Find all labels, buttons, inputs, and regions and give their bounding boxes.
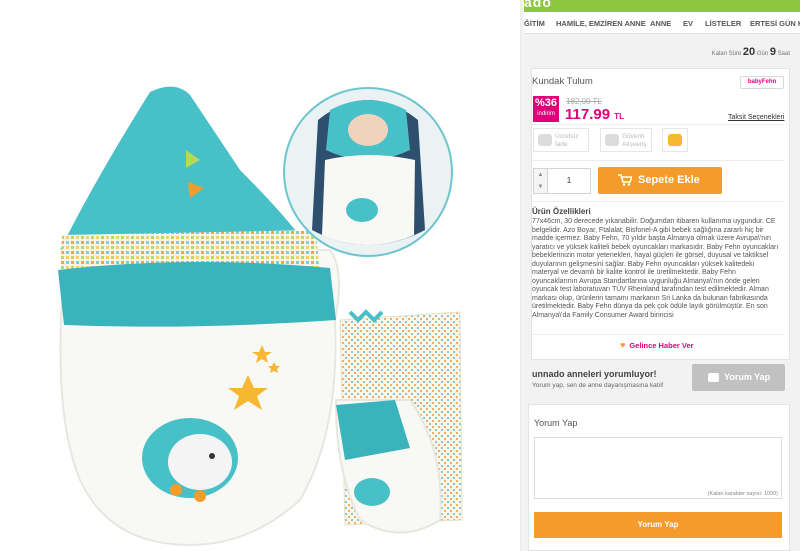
divider: [532, 124, 784, 125]
features-title: Ürün Özellikleri: [532, 207, 591, 216]
new-price: 117.99 TL: [565, 106, 624, 123]
review-form-title: Yorum Yap: [534, 418, 578, 428]
quantity-arrows[interactable]: ▲ ▼: [534, 169, 548, 193]
reviews-subtitle: Yorum yap, sen de anne dayanışmasına kat…: [532, 382, 664, 389]
features-text: 77x46cm, 30 derecede yıkanabilir. Doğumd…: [532, 218, 779, 319]
badge-label: Güvenli Alışveriş: [622, 133, 647, 148]
bag-cuff: [58, 261, 336, 327]
discount-value: %36: [534, 97, 558, 109]
countdown-hours: 9: [769, 46, 776, 58]
chevron-up-icon[interactable]: ▲: [534, 169, 547, 181]
bag-hood: [60, 86, 310, 251]
comment-icon: [708, 373, 719, 382]
countdown-days: 20: [742, 46, 756, 58]
divider: [532, 334, 784, 335]
nav-item-egitim[interactable]: ĞİTİM: [524, 19, 545, 28]
badge-secure-shopping: Güvenli Alışveriş: [600, 128, 652, 152]
old-price: 182,00 TL: [566, 97, 602, 106]
write-review-label: Yorum Yap: [724, 372, 771, 382]
countdown-days-label: Gün: [756, 51, 769, 57]
category-nav: ĞİTİM HAMİLE, EMZİREN ANNE ANNE EV LİSTE…: [524, 12, 800, 34]
nav-item-ertesi-gun[interactable]: ERTESİ GÜN KA: [750, 19, 800, 28]
truck-icon: [668, 134, 682, 146]
brand-logo[interactable]: babyFehn: [740, 76, 784, 89]
nav-item-ev[interactable]: EV: [683, 19, 693, 28]
badge-label: Ücretsiz İade: [555, 133, 579, 148]
return-icon: [538, 134, 552, 146]
new-price-value: 117.99: [565, 106, 611, 123]
product-image[interactable]: [0, 0, 524, 551]
submit-review-button[interactable]: Yorum Yap: [534, 512, 782, 538]
notify-me-link[interactable]: ♥ Gelince Haber Ver: [620, 340, 694, 350]
lock-icon: [605, 134, 619, 146]
badge-shipping: [662, 128, 688, 152]
write-review-button[interactable]: Yorum Yap: [692, 364, 785, 391]
quantity-input[interactable]: 1: [548, 169, 590, 193]
countdown: Kalan Süre 20 Gün 9 Saat: [712, 46, 790, 58]
notify-label: Gelince Haber Ver: [629, 341, 694, 350]
site-header-bar: ado: [524, 0, 800, 12]
add-to-cart-label: Sepete Ekle: [638, 174, 700, 186]
discount-badge: %36 indirim: [533, 96, 559, 122]
quantity-stepper[interactable]: ▲ ▼ 1: [533, 168, 591, 194]
char-count: (Kalan karakter sayısı: 1000): [707, 491, 778, 497]
divider: [532, 160, 784, 161]
nav-item-listeler[interactable]: LİSTELER: [705, 19, 741, 28]
review-textarea[interactable]: [534, 437, 782, 499]
reviews-title: unnado anneleri yorumluyor!: [532, 369, 657, 379]
nav-item-anne[interactable]: ANNE: [650, 19, 671, 28]
product-title: Kundak Tulum: [532, 76, 593, 87]
page: ado ĞİTİM HAMİLE, EMZİREN ANNE ANNE EV L…: [0, 0, 800, 551]
site-logo[interactable]: ado: [524, 0, 552, 10]
new-price-currency: TL: [614, 112, 625, 121]
badge-free-return: Ücretsiz İade: [533, 128, 589, 152]
discount-label: indirim: [537, 111, 555, 117]
add-to-cart-button[interactable]: Sepete Ekle: [598, 167, 722, 194]
cart-icon: [618, 174, 632, 186]
nav-item-hamile[interactable]: HAMİLE, EMZİREN ANNE: [556, 19, 646, 28]
chevron-down-icon[interactable]: ▼: [534, 181, 547, 193]
product-illustration: [58, 86, 463, 547]
installments-link[interactable]: Taksit Seçenekleri: [728, 114, 784, 121]
heart-icon: ♥: [620, 340, 626, 350]
countdown-prefix: Kalan Süre: [711, 51, 742, 57]
divider: [532, 201, 784, 202]
countdown-hours-label: Saat: [777, 51, 790, 57]
